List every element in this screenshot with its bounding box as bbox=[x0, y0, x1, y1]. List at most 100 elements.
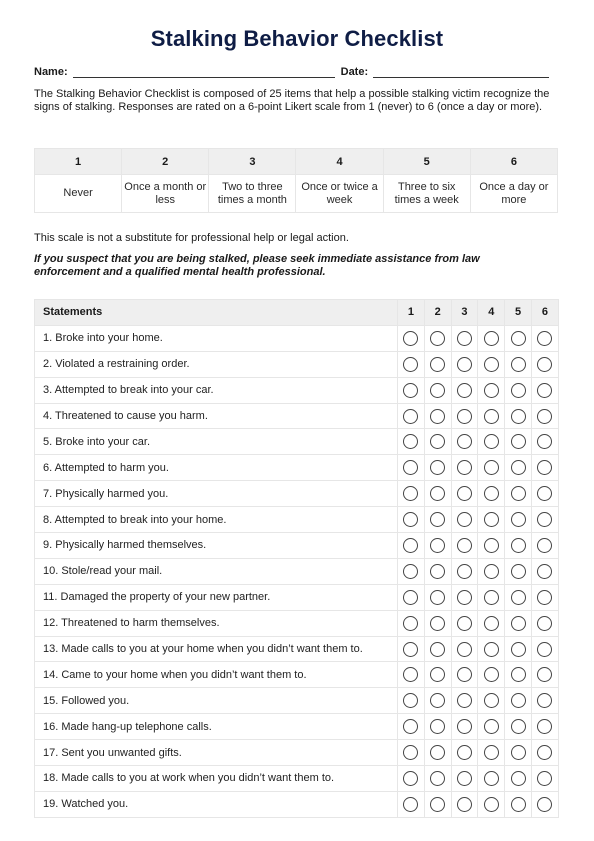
rating-radio-1[interactable] bbox=[403, 434, 419, 450]
rating-radio-5[interactable] bbox=[510, 589, 526, 605]
rating-radio-4[interactable] bbox=[483, 330, 499, 346]
rating-radio-1[interactable] bbox=[403, 641, 419, 657]
rating-radio-6[interactable] bbox=[537, 356, 553, 372]
rating-radio-1[interactable] bbox=[403, 796, 419, 812]
rating-radio-4[interactable] bbox=[483, 641, 499, 657]
rating-radio-1[interactable] bbox=[403, 667, 419, 683]
rating-radio-4[interactable] bbox=[483, 382, 499, 398]
rating-radio-6[interactable] bbox=[537, 330, 553, 346]
rating-radio-4[interactable] bbox=[483, 693, 499, 709]
rating-radio-4[interactable] bbox=[483, 770, 499, 786]
rating-radio-5[interactable] bbox=[510, 770, 526, 786]
rating-radio-4[interactable] bbox=[483, 512, 499, 528]
rating-radio-4[interactable] bbox=[483, 719, 499, 735]
rating-radio-3[interactable] bbox=[456, 796, 472, 812]
rating-radio-2[interactable] bbox=[430, 408, 446, 424]
rating-radio-6[interactable] bbox=[537, 589, 553, 605]
rating-radio-2[interactable] bbox=[430, 512, 446, 528]
rating-radio-2[interactable] bbox=[430, 589, 446, 605]
rating-radio-4[interactable] bbox=[483, 745, 499, 761]
rating-radio-5[interactable] bbox=[510, 330, 526, 346]
rating-radio-2[interactable] bbox=[430, 641, 446, 657]
rating-radio-3[interactable] bbox=[456, 770, 472, 786]
rating-radio-1[interactable] bbox=[403, 356, 419, 372]
rating-radio-5[interactable] bbox=[510, 667, 526, 683]
rating-radio-5[interactable] bbox=[510, 719, 526, 735]
rating-radio-1[interactable] bbox=[403, 770, 419, 786]
rating-radio-3[interactable] bbox=[456, 486, 472, 502]
rating-radio-2[interactable] bbox=[430, 719, 446, 735]
rating-radio-5[interactable] bbox=[510, 434, 526, 450]
rating-radio-6[interactable] bbox=[537, 460, 553, 476]
rating-radio-2[interactable] bbox=[430, 796, 446, 812]
rating-radio-3[interactable] bbox=[456, 641, 472, 657]
rating-radio-5[interactable] bbox=[510, 486, 526, 502]
rating-radio-1[interactable] bbox=[403, 563, 419, 579]
rating-radio-3[interactable] bbox=[456, 667, 472, 683]
rating-radio-5[interactable] bbox=[510, 356, 526, 372]
rating-radio-3[interactable] bbox=[456, 356, 472, 372]
rating-radio-2[interactable] bbox=[430, 537, 446, 553]
rating-radio-5[interactable] bbox=[510, 382, 526, 398]
rating-radio-5[interactable] bbox=[510, 615, 526, 631]
rating-radio-4[interactable] bbox=[483, 563, 499, 579]
rating-radio-3[interactable] bbox=[456, 460, 472, 476]
rating-radio-2[interactable] bbox=[430, 356, 446, 372]
rating-radio-4[interactable] bbox=[483, 667, 499, 683]
rating-radio-6[interactable] bbox=[537, 745, 553, 761]
rating-radio-3[interactable] bbox=[456, 615, 472, 631]
rating-radio-6[interactable] bbox=[537, 537, 553, 553]
rating-radio-1[interactable] bbox=[403, 408, 419, 424]
rating-radio-1[interactable] bbox=[403, 589, 419, 605]
rating-radio-1[interactable] bbox=[403, 330, 419, 346]
rating-radio-3[interactable] bbox=[456, 537, 472, 553]
rating-radio-1[interactable] bbox=[403, 615, 419, 631]
rating-radio-4[interactable] bbox=[483, 486, 499, 502]
rating-radio-1[interactable] bbox=[403, 460, 419, 476]
rating-radio-2[interactable] bbox=[430, 615, 446, 631]
rating-radio-6[interactable] bbox=[537, 434, 553, 450]
rating-radio-2[interactable] bbox=[430, 460, 446, 476]
rating-radio-4[interactable] bbox=[483, 408, 499, 424]
rating-radio-4[interactable] bbox=[483, 796, 499, 812]
rating-radio-6[interactable] bbox=[537, 408, 553, 424]
rating-radio-3[interactable] bbox=[456, 719, 472, 735]
rating-radio-2[interactable] bbox=[430, 693, 446, 709]
rating-radio-2[interactable] bbox=[430, 770, 446, 786]
rating-radio-1[interactable] bbox=[403, 512, 419, 528]
rating-radio-3[interactable] bbox=[456, 408, 472, 424]
rating-radio-6[interactable] bbox=[537, 719, 553, 735]
rating-radio-6[interactable] bbox=[537, 667, 553, 683]
rating-radio-6[interactable] bbox=[537, 512, 553, 528]
rating-radio-2[interactable] bbox=[430, 330, 446, 346]
rating-radio-3[interactable] bbox=[456, 382, 472, 398]
rating-radio-6[interactable] bbox=[537, 382, 553, 398]
rating-radio-5[interactable] bbox=[510, 537, 526, 553]
rating-radio-3[interactable] bbox=[456, 512, 472, 528]
rating-radio-4[interactable] bbox=[483, 460, 499, 476]
rating-radio-3[interactable] bbox=[456, 563, 472, 579]
rating-radio-5[interactable] bbox=[510, 641, 526, 657]
rating-radio-6[interactable] bbox=[537, 796, 553, 812]
rating-radio-2[interactable] bbox=[430, 745, 446, 761]
rating-radio-3[interactable] bbox=[456, 745, 472, 761]
rating-radio-6[interactable] bbox=[537, 486, 553, 502]
rating-radio-2[interactable] bbox=[430, 563, 446, 579]
rating-radio-2[interactable] bbox=[430, 434, 446, 450]
rating-radio-6[interactable] bbox=[537, 563, 553, 579]
rating-radio-1[interactable] bbox=[403, 745, 419, 761]
rating-radio-1[interactable] bbox=[403, 486, 419, 502]
rating-radio-3[interactable] bbox=[456, 330, 472, 346]
rating-radio-2[interactable] bbox=[430, 667, 446, 683]
rating-radio-5[interactable] bbox=[510, 460, 526, 476]
rating-radio-6[interactable] bbox=[537, 770, 553, 786]
rating-radio-2[interactable] bbox=[430, 486, 446, 502]
rating-radio-3[interactable] bbox=[456, 434, 472, 450]
rating-radio-1[interactable] bbox=[403, 693, 419, 709]
rating-radio-5[interactable] bbox=[510, 693, 526, 709]
rating-radio-2[interactable] bbox=[430, 382, 446, 398]
rating-radio-5[interactable] bbox=[510, 796, 526, 812]
rating-radio-4[interactable] bbox=[483, 434, 499, 450]
rating-radio-3[interactable] bbox=[456, 589, 472, 605]
name-field[interactable] bbox=[72, 66, 335, 78]
